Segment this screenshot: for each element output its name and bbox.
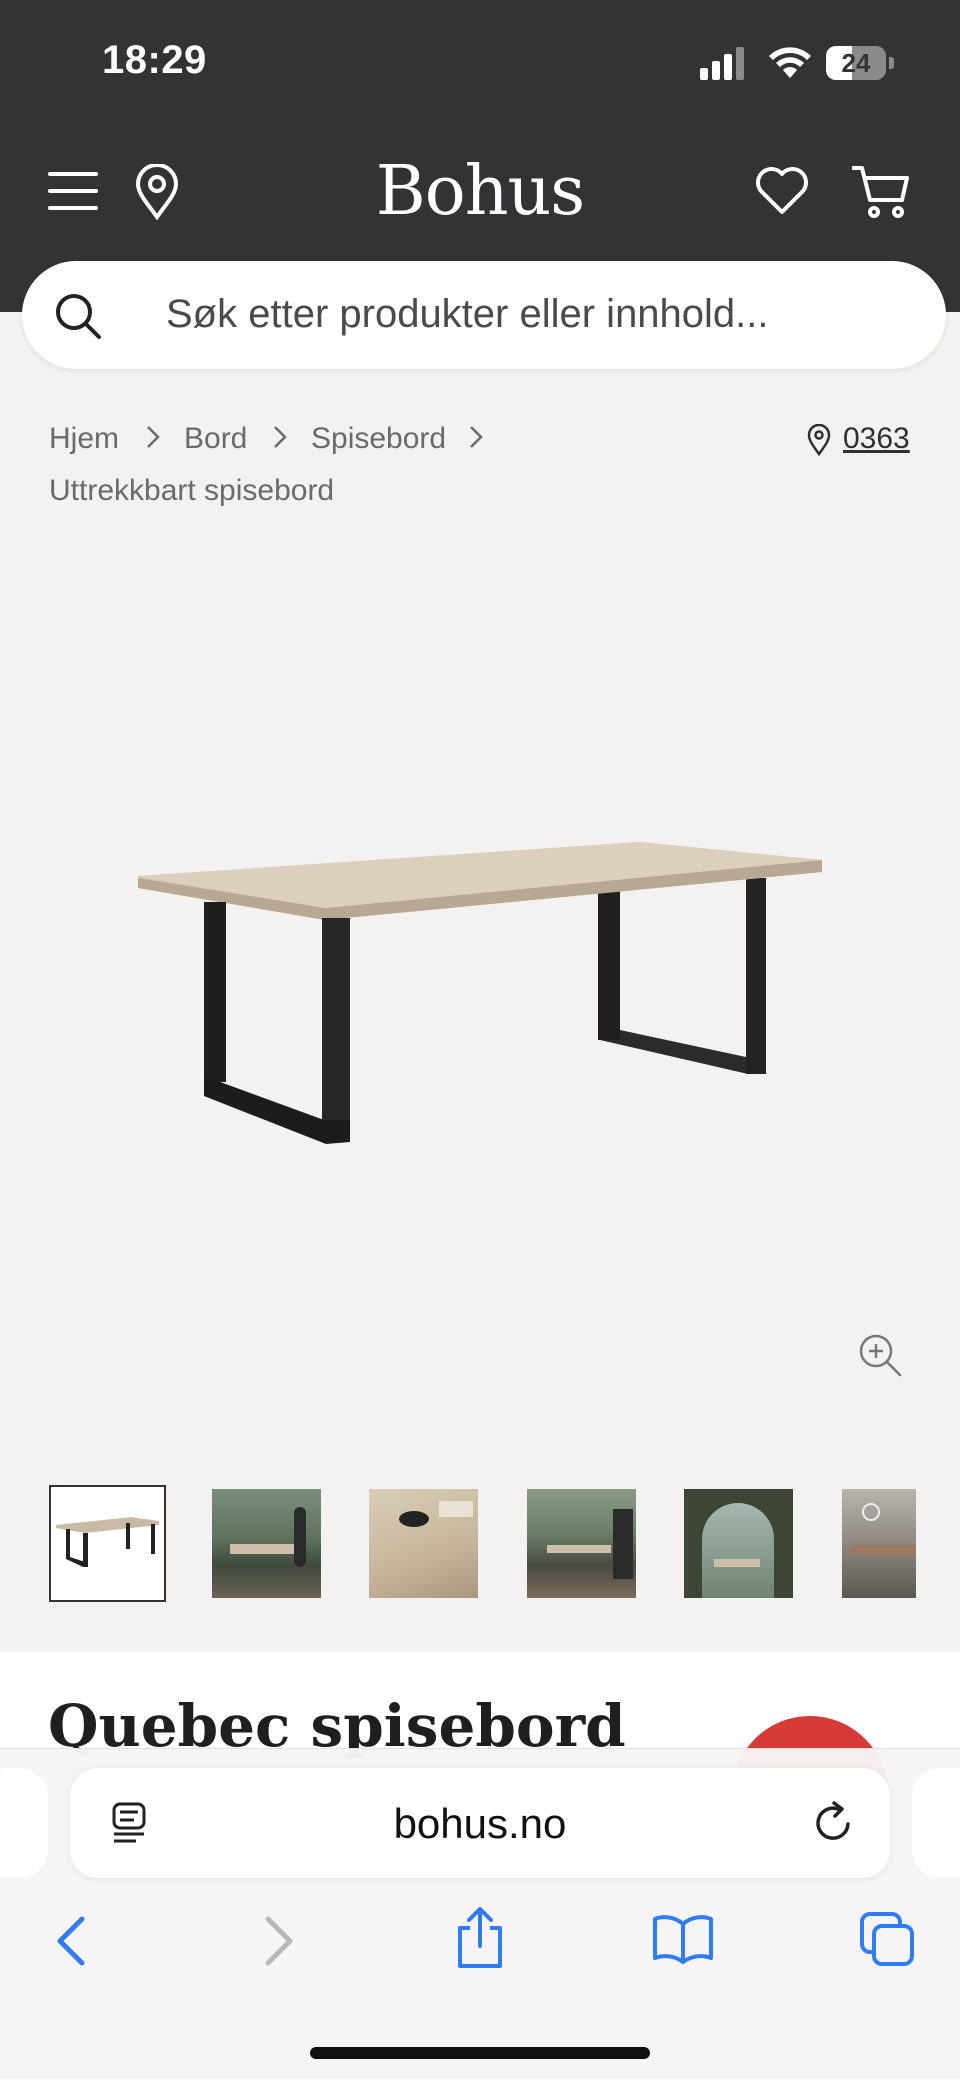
wifi-icon	[769, 47, 811, 78]
thumbnail-3[interactable]	[369, 1489, 478, 1598]
previous-tab-preview[interactable]	[0, 1768, 48, 1878]
zoom-in-icon[interactable]	[857, 1332, 903, 1378]
share-icon[interactable]	[454, 1906, 506, 1970]
search-input[interactable]: Søk etter produkter eller innhold...	[166, 292, 769, 337]
next-tab-preview[interactable]	[912, 1768, 960, 1878]
breadcrumb-spisebord[interactable]: Spisebord	[311, 422, 446, 456]
store-number-link[interactable]: 0363	[843, 422, 910, 456]
store-pin-icon	[807, 424, 831, 456]
chevron-right-icon	[274, 426, 287, 448]
heart-icon[interactable]	[755, 166, 809, 216]
chevron-right-icon	[470, 426, 483, 448]
breadcrumb-home[interactable]: Hjem	[49, 422, 119, 456]
thumbnail-2[interactable]	[212, 1489, 321, 1598]
cart-icon[interactable]	[850, 164, 910, 220]
thumbnail-1[interactable]	[49, 1485, 166, 1602]
battery-cap	[889, 57, 894, 69]
thumbnail-4[interactable]	[527, 1489, 636, 1598]
url-text[interactable]: bohus.no	[70, 1800, 890, 1848]
bohus-logo[interactable]: Bohus	[0, 152, 960, 231]
cellular-signal-icon	[700, 47, 744, 80]
bookmarks-icon[interactable]	[652, 1914, 714, 1964]
battery-level: 24	[841, 48, 871, 78]
back-icon[interactable]	[54, 1915, 88, 1967]
battery-icon: 24	[826, 46, 886, 80]
thumbnail-5[interactable]	[684, 1489, 793, 1598]
search-icon[interactable]	[54, 292, 102, 340]
tabs-icon[interactable]	[858, 1910, 916, 1968]
home-indicator	[310, 2047, 650, 2059]
product-image[interactable]	[120, 820, 840, 1170]
thumbnail-table-image	[56, 1517, 159, 1567]
status-time: 18:29	[102, 38, 207, 82]
chevron-right-icon	[147, 426, 160, 448]
reload-icon[interactable]	[812, 1800, 856, 1846]
breadcrumb-bord[interactable]: Bord	[184, 422, 247, 456]
thumbnail-6[interactable]	[842, 1489, 916, 1598]
forward-icon[interactable]	[262, 1915, 296, 1967]
breadcrumb-current[interactable]: Uttrekkbart spisebord	[49, 474, 334, 508]
